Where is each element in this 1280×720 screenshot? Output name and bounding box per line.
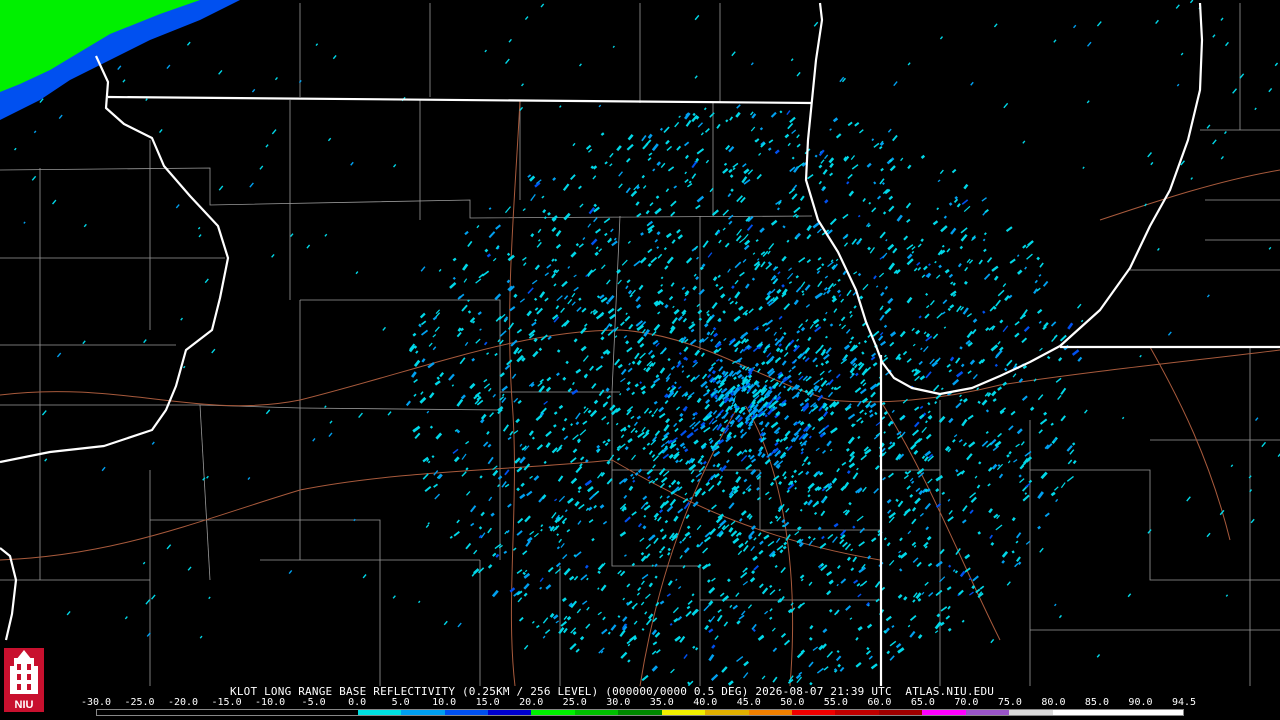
colorbar-tick-label: 30.0 bbox=[606, 697, 631, 708]
colorbar-tick-label: 50.0 bbox=[780, 697, 805, 708]
colorbar-segment bbox=[531, 710, 575, 715]
colorbar-tick-label: 80.0 bbox=[1041, 697, 1066, 708]
colorbar-tick-label: 40.0 bbox=[693, 697, 718, 708]
colorbar-segment bbox=[661, 710, 706, 715]
colorbar-segment bbox=[183, 710, 228, 715]
colorbar-segment bbox=[574, 710, 619, 715]
colorbar-segment bbox=[1139, 710, 1183, 715]
colorbar-segment bbox=[487, 710, 532, 715]
colorbar-segment bbox=[444, 710, 488, 715]
colorbar-tick-label: 35.0 bbox=[649, 697, 674, 708]
logo-text: NIU bbox=[15, 699, 34, 711]
colorbar-segment bbox=[1009, 710, 1053, 715]
colorbar-tick-label: -5.0 bbox=[301, 697, 326, 708]
colorbar-tick-label: -10.0 bbox=[255, 697, 286, 708]
colorbar-segment bbox=[401, 710, 445, 715]
radar-site-marker bbox=[735, 393, 749, 407]
colorbar-tick-label: -25.0 bbox=[124, 697, 155, 708]
colorbar-tick-label: 94.5 bbox=[1171, 697, 1197, 708]
colorbar-segment bbox=[835, 710, 879, 715]
colorbar-tick-label: -30.0 bbox=[80, 697, 112, 708]
niu-logo: NIU bbox=[4, 648, 44, 712]
colorbar-segment bbox=[97, 710, 141, 715]
colorbar-tick-label: 60.0 bbox=[867, 697, 892, 708]
colorbar-segment bbox=[965, 710, 1010, 715]
colorbar-tick-label: 15.0 bbox=[475, 697, 500, 708]
colorbar-tick-label: -15.0 bbox=[211, 697, 242, 708]
colorbar-tick-label: 0.0 bbox=[348, 697, 367, 708]
colorbar-tick-label: 10.0 bbox=[432, 697, 457, 708]
colorbar-tick-label: 25.0 bbox=[562, 697, 587, 708]
colorbar-segment bbox=[1052, 710, 1097, 715]
colorbar-tick-label: 5.0 bbox=[391, 697, 410, 708]
colorbar-tick-label: 65.0 bbox=[910, 697, 935, 708]
colorbar-tick-label: 85.0 bbox=[1084, 697, 1109, 708]
colorbar-labels: -30.0 -25.0 -20.0 -15.0 -10.0 -5.0 0.0 5.0 10.0 1… bbox=[81, 697, 1197, 708]
colorbar-segment bbox=[1096, 710, 1140, 715]
colorbar-tick-label: 20.0 bbox=[519, 697, 544, 708]
colorbar-segment bbox=[878, 710, 923, 715]
colorbar-segment bbox=[270, 710, 315, 715]
colorbar-segment bbox=[227, 710, 271, 715]
colorbar-tick-label: 75.0 bbox=[997, 697, 1022, 708]
radar-map bbox=[0, 0, 1280, 686]
colorbar-segment bbox=[314, 710, 358, 715]
colorbar-tick-label: 45.0 bbox=[736, 697, 761, 708]
colorbar-tick-label: 55.0 bbox=[823, 697, 848, 708]
colorbar bbox=[96, 709, 1184, 716]
colorbar-segment bbox=[792, 710, 836, 715]
colorbar-segment bbox=[922, 710, 966, 715]
colorbar-segment bbox=[705, 710, 749, 715]
colorbar-segment bbox=[618, 710, 662, 715]
colorbar-segment bbox=[748, 710, 792, 715]
colorbar-tick-label: -20.0 bbox=[167, 697, 199, 708]
colorbar-segment bbox=[357, 710, 402, 715]
colorbar-tick-label: 70.0 bbox=[954, 697, 979, 708]
colorbar-tick-label: 90.0 bbox=[1128, 697, 1153, 708]
colorbar-segment bbox=[140, 710, 184, 715]
